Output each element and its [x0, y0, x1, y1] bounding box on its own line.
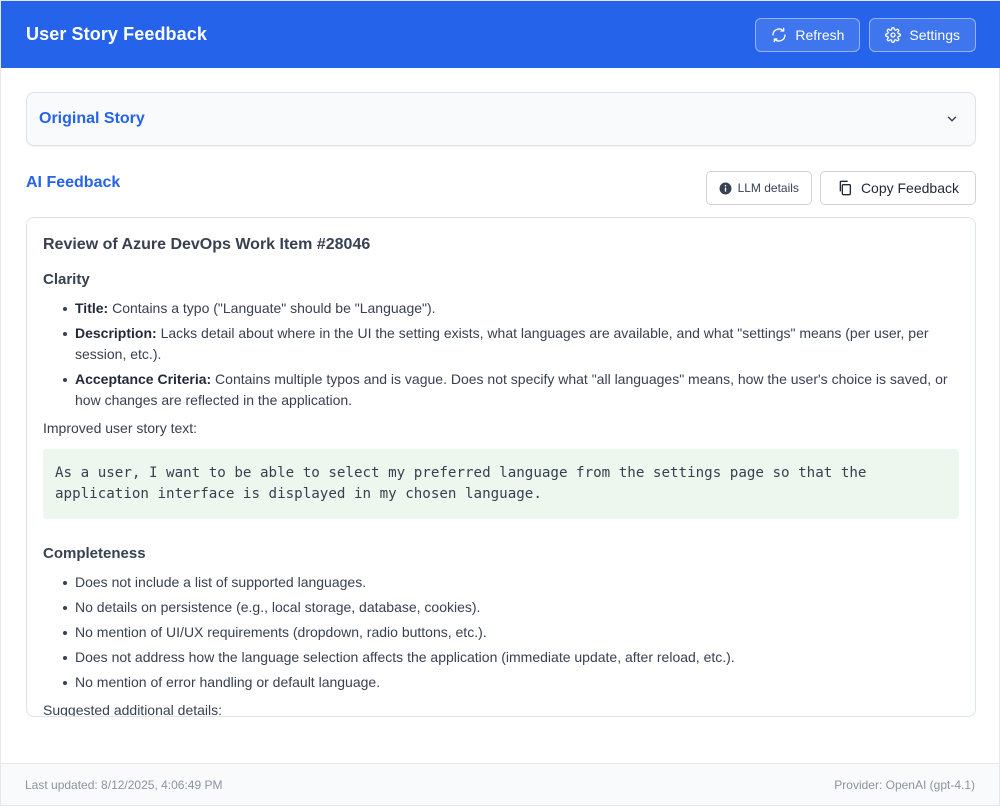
app-header: User Story Feedback Refresh Settings [1, 1, 1000, 68]
clarity-heading: Clarity [43, 271, 90, 288]
app-footer: Last updated: 8/12/2025, 4:06:49 PM Prov… [1, 763, 999, 805]
completeness-heading: Completeness [43, 545, 146, 562]
copy-feedback-label: Copy Feedback [860, 180, 959, 196]
llm-details-label: LLM details [737, 181, 799, 195]
completeness-list: Does not include a list of supported lan… [43, 572, 959, 693]
refresh-icon [772, 27, 787, 42]
page-title: User Story Feedback [26, 24, 207, 44]
list-item: Title: Contains a typo ("Languate" shoul… [63, 298, 959, 319]
provider-info: Provider: OpenAI (gpt-4.1) [834, 777, 975, 792]
list-item: No details on persistence (e.g., local s… [63, 597, 959, 618]
list-item: No mention of error handling or default … [63, 672, 959, 693]
header-actions: Refresh Settings [755, 17, 976, 52]
feedback-actions: LLM details Copy Feedback [705, 171, 976, 205]
copy-feedback-button[interactable]: Copy Feedback [819, 171, 976, 205]
settings-button-label: Settings [909, 26, 960, 43]
app-window: User Story Feedback Refresh Settings Ori… [0, 0, 1000, 806]
gear-icon [885, 26, 902, 43]
original-story-accordion[interactable]: Original Story [26, 92, 976, 146]
list-item: Does not include a list of supported lan… [63, 572, 959, 593]
info-icon [719, 182, 732, 194]
copy-icon [839, 180, 851, 196]
improved-story-label: Improved user story text: [43, 420, 198, 436]
clarity-list: Title: Contains a typo ("Languate" shoul… [43, 298, 959, 411]
list-item: Description: Lacks detail about where in… [63, 323, 959, 365]
feedback-header: AI Feedback LLM details Copy Feedback [26, 146, 976, 216]
original-story-title: Original Story [39, 110, 145, 127]
feedback-panel[interactable]: Review of Azure DevOps Work Item #28046 … [26, 217, 976, 717]
refresh-button[interactable]: Refresh [755, 17, 861, 52]
main-content: Original Story AI Feedback LLM details C… [26, 92, 976, 717]
feedback-heading: Review of Azure DevOps Work Item #28046 [43, 236, 371, 253]
settings-button[interactable]: Settings [869, 17, 976, 52]
list-item: Acceptance Criteria: Contains multiple t… [63, 369, 959, 411]
suggested-details-label: Suggested additional details: [43, 702, 223, 717]
list-item: No mention of UI/UX requirements (dropdo… [63, 622, 959, 643]
last-updated: Last updated: 8/12/2025, 4:06:49 PM [25, 777, 223, 792]
feedback-section-title: AI Feedback [26, 174, 121, 191]
improved-story-code: As a user, I want to be able to select m… [43, 449, 959, 519]
llm-details-button[interactable]: LLM details [705, 171, 812, 205]
list-item: Does not address how the language select… [63, 647, 959, 668]
chevron-down-icon[interactable] [945, 112, 959, 126]
refresh-button-label: Refresh [795, 26, 845, 43]
